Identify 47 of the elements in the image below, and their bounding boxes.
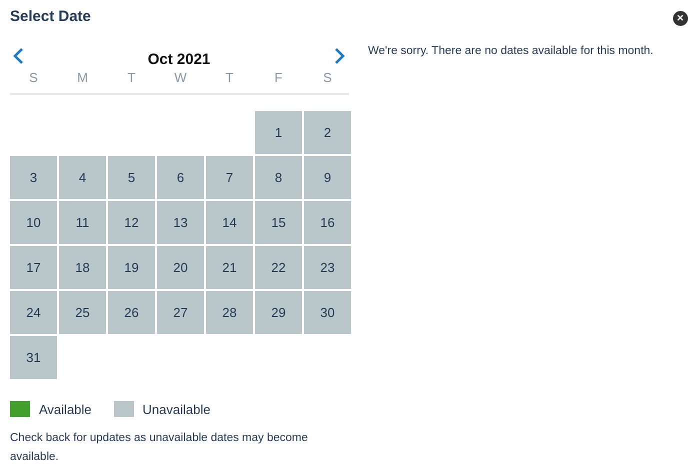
date-cell: 21: [206, 246, 253, 289]
date-cell: 2: [304, 111, 351, 154]
note-text: Check back for updates as unavailable dates may become available.: [10, 431, 309, 465]
close-button[interactable]: ✕: [673, 11, 688, 26]
weekday-label: F: [274, 70, 284, 85]
legend-label: Available: [39, 402, 92, 416]
month-label: Oct 2021: [148, 50, 210, 68]
date-cell: 23: [304, 246, 351, 289]
date-cell: 24: [10, 291, 57, 334]
date-cell: 28: [206, 291, 253, 334]
weekday-label: S: [28, 70, 39, 85]
date-cell: 3: [10, 156, 57, 199]
date-cell: 5: [108, 156, 155, 199]
date-cell: 12: [108, 201, 155, 244]
date-cell: 18: [59, 246, 106, 289]
date-cell: 30: [304, 291, 351, 334]
next-month-icon[interactable]: [334, 47, 346, 65]
weekday-label: T: [224, 70, 234, 85]
date-cell: 15: [255, 201, 302, 244]
date-cell: 27: [157, 291, 204, 334]
legend-label: Unavailable: [142, 402, 210, 416]
dialog-title: Select Date: [10, 8, 92, 25]
date-cell: 19: [108, 246, 155, 289]
date-cell: 11: [59, 201, 106, 244]
weekday-label: T: [126, 70, 136, 85]
no-dates-message: We're sorry. There are no dates available for this month.: [368, 45, 654, 57]
date-cell: 31: [10, 336, 57, 379]
date-cell: 7: [206, 156, 253, 199]
weekday-label: W: [173, 70, 188, 85]
date-cell: 9: [304, 156, 351, 199]
previous-month-icon[interactable]: [12, 47, 24, 65]
date-cell: 29: [255, 291, 302, 334]
date-cell: 25: [59, 291, 106, 334]
date-cell: 17: [10, 246, 57, 289]
weekday-label: S: [322, 70, 333, 85]
date-cell: 10: [10, 201, 57, 244]
date-cell: 26: [108, 291, 155, 334]
date-cell: 1: [255, 111, 302, 154]
date-cell: 16: [304, 201, 351, 244]
date-cell: 14: [206, 201, 253, 244]
date-cell: 4: [59, 156, 106, 199]
date-cell: 22: [255, 246, 302, 289]
weekday-label: M: [76, 70, 89, 85]
date-cell: 6: [157, 156, 204, 199]
date-cell: 8: [255, 156, 302, 199]
date-cell: 13: [157, 201, 204, 244]
date-cell: 20: [157, 246, 204, 289]
